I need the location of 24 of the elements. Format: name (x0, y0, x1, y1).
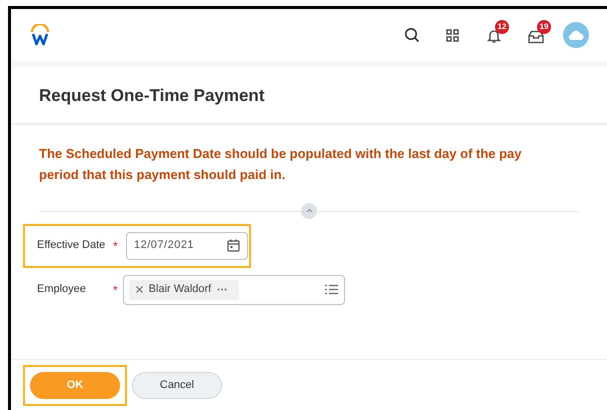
inbox-icon[interactable] (528, 30, 544, 44)
search-icon[interactable] (404, 27, 420, 43)
cloud-icon (568, 30, 584, 40)
field-label: Employee (37, 282, 87, 298)
collapse-button[interactable] (301, 202, 317, 218)
page-title: Request One-Time Payment (38, 85, 266, 107)
required-marker: * (113, 238, 119, 254)
apps-grid-icon[interactable] (446, 28, 459, 42)
notification-badge: 19 (537, 20, 551, 34)
employee-field[interactable]: Blair Waldorf (122, 274, 345, 304)
chevron-up-icon (306, 208, 312, 213)
date-field[interactable]: 12/07/2021 (126, 232, 248, 260)
cancel-button[interactable]: Cancel (132, 372, 222, 398)
instruction-message: The Scheduled Payment Date should be populated with the last day of the pay period that this payment should paid in. (38, 144, 523, 184)
remove-icon[interactable] (136, 286, 143, 293)
more-icon[interactable] (217, 288, 228, 291)
field-label: Effective Date (37, 238, 106, 254)
bell-icon[interactable] (487, 28, 501, 44)
employee-name: Blair Waldorf (148, 282, 212, 298)
logo-icon[interactable] (29, 24, 51, 46)
list-icon[interactable] (324, 284, 338, 295)
calendar-icon[interactable] (227, 239, 240, 252)
notification-badge: 12 (495, 20, 509, 34)
required-marker: * (113, 282, 118, 298)
